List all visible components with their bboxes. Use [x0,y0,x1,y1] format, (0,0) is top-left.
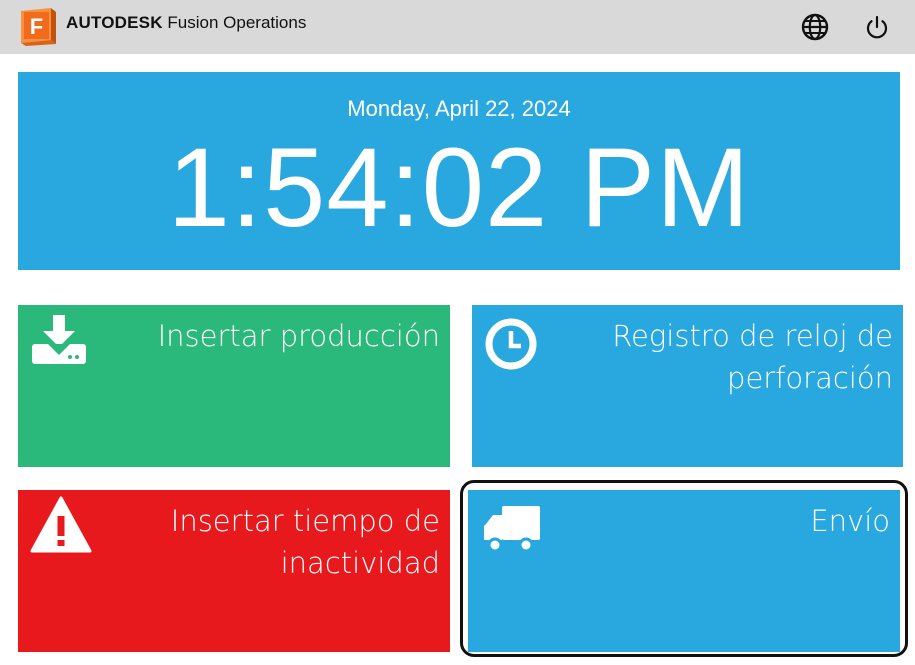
top-bar: F AUTODESK Fusion Operations [0,0,915,54]
logo-letter: F [30,14,43,39]
tile-insert-production[interactable]: Insertar producción [18,305,450,467]
truck-icon [484,506,540,553]
autodesk-fusion-logo: F [21,8,56,46]
tile-punch-clock[interactable]: Registro de reloj de perforación [472,305,903,467]
app-title: AUTODESK Fusion Operations [66,13,306,33]
tile-shipping[interactable]: Envío [468,490,900,652]
tile-label: Insertar tiempo de inactividad [170,504,440,580]
globe-icon[interactable] [800,12,830,42]
download-icon [32,315,86,364]
clock-icon [485,318,537,370]
tile-insert-downtime[interactable]: Insertar tiempo de inactividad [18,490,450,652]
product-name: Fusion Operations [167,13,307,32]
tile-label: Envío [810,504,890,538]
warning-icon [30,496,92,553]
current-date: Monday, April 22, 2024 [347,96,571,121]
power-icon[interactable] [862,12,892,42]
brand-name: AUTODESK [66,13,163,32]
tile-label: Insertar producción [157,319,440,353]
clock-panel: Monday, April 22, 2024 1:54:02 PM [18,72,900,270]
tile-label: Registro de reloj de perforación [612,319,893,395]
current-time: 1:54:02 PM [167,125,751,250]
